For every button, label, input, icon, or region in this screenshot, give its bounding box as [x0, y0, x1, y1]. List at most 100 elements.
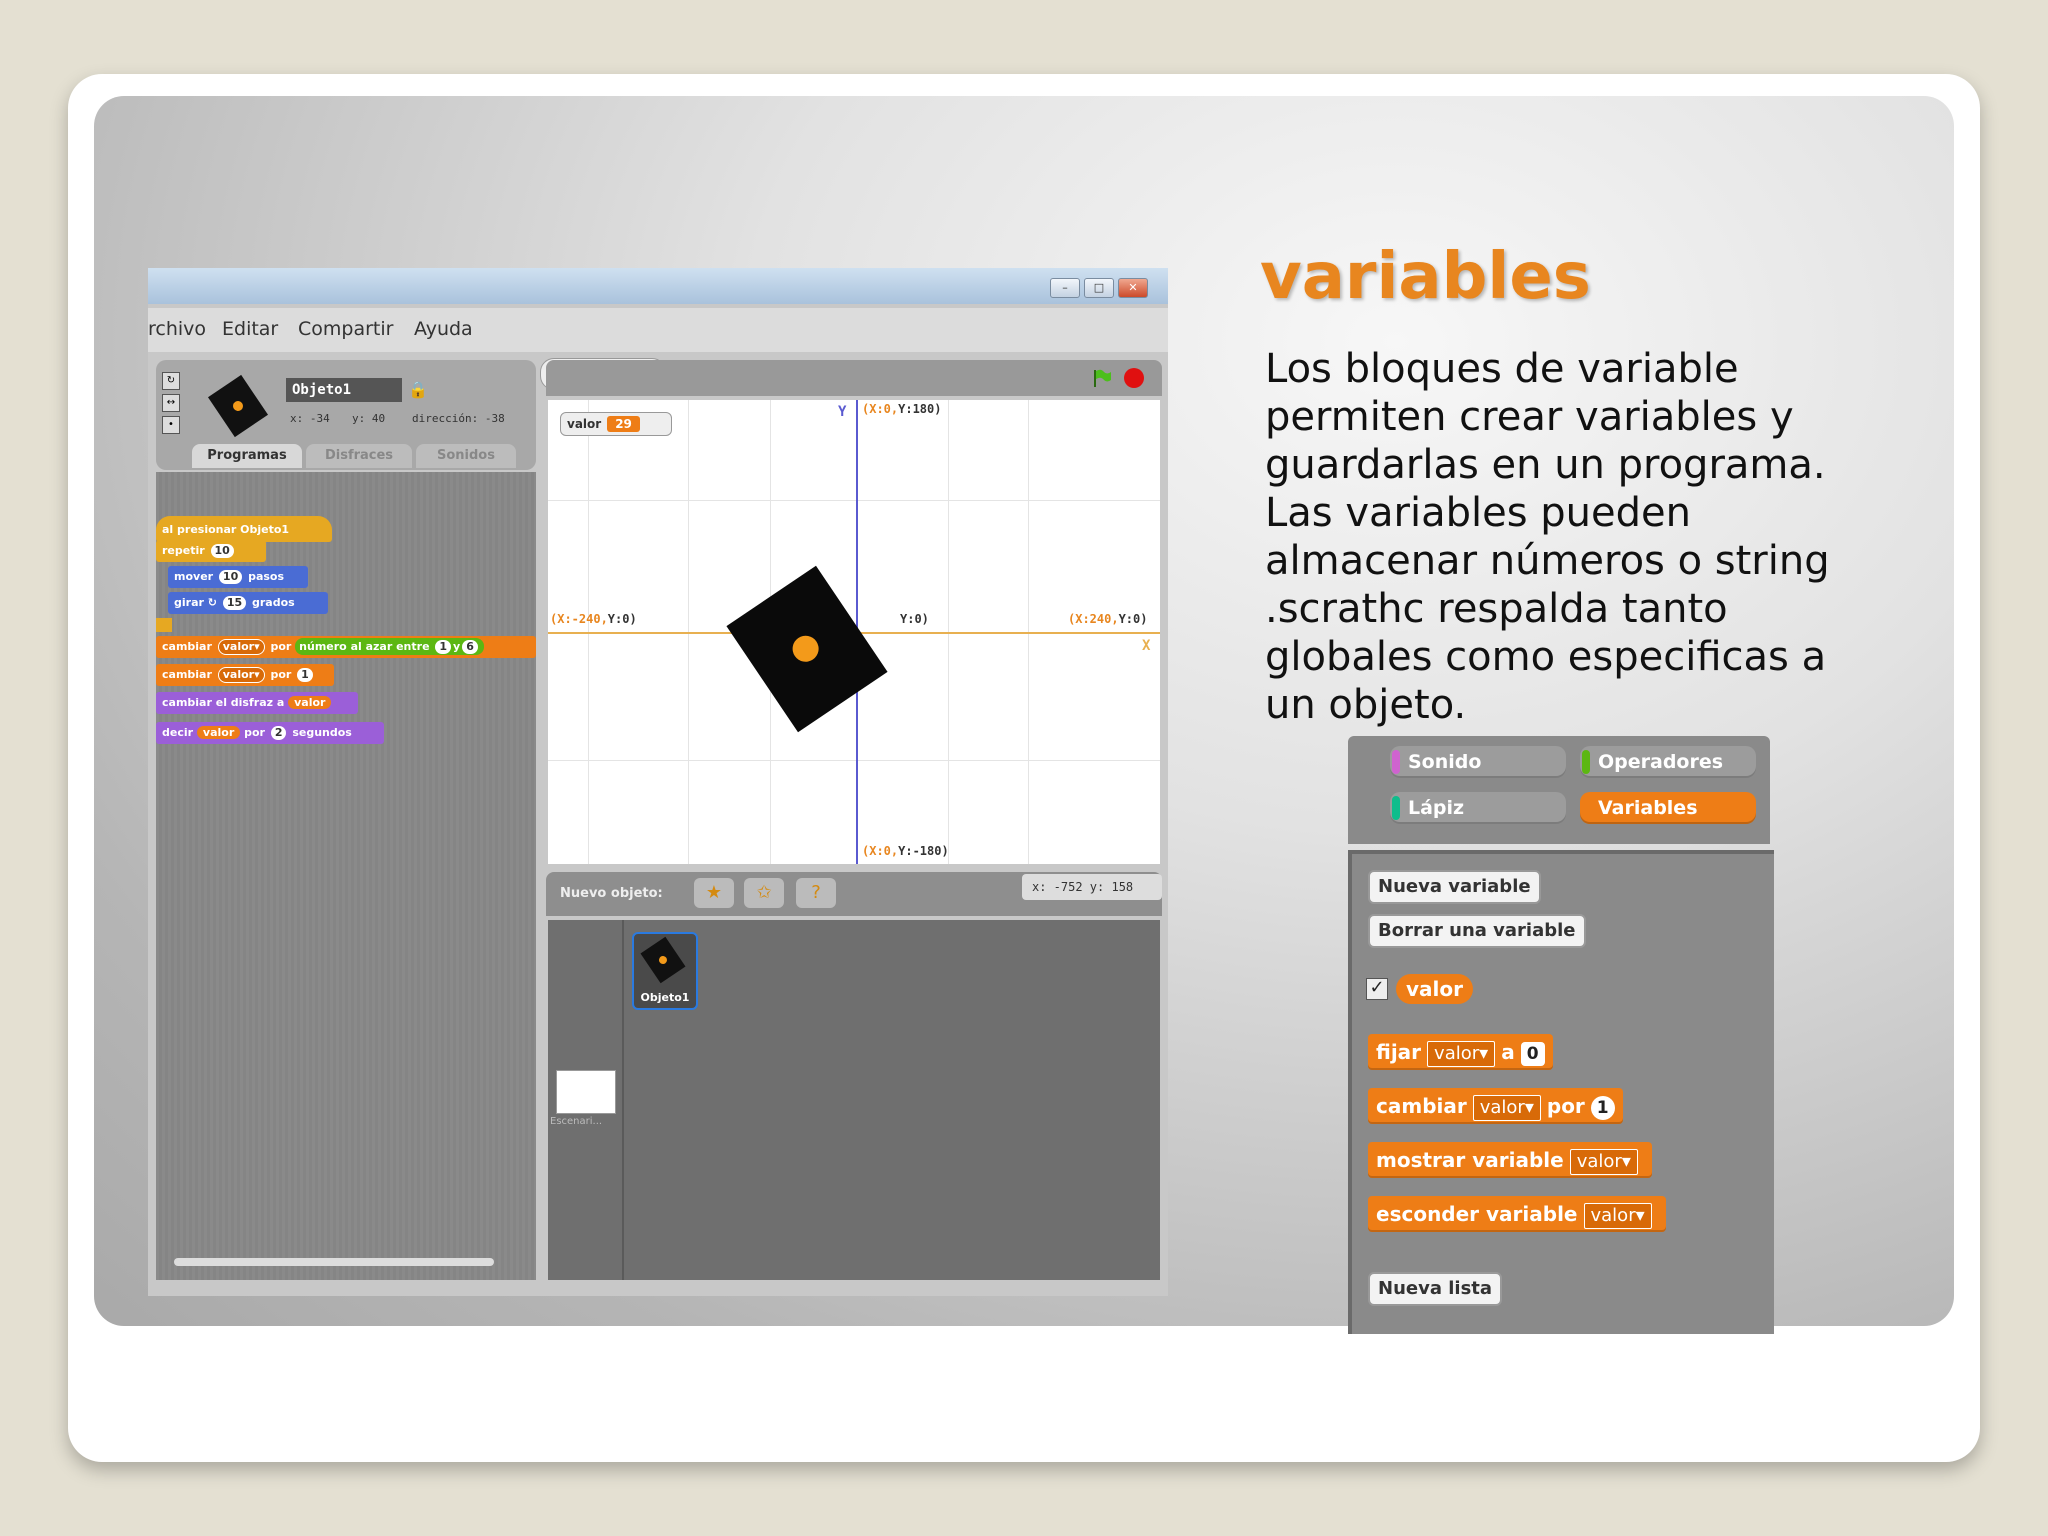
category-operadores[interactable]: Operadores: [1580, 746, 1756, 778]
hide-label: esconder variable: [1376, 1202, 1578, 1226]
change-by-label: por: [1546, 1094, 1585, 1118]
change-amount[interactable]: 1: [297, 668, 313, 682]
lock-icon[interactable]: 🔒: [408, 380, 428, 399]
tab-programas[interactable]: Programas: [192, 444, 302, 468]
hide-variable-block[interactable]: esconder variable valor▾: [1368, 1196, 1666, 1232]
label-part: Y:0): [607, 612, 637, 626]
delete-variable-button[interactable]: Borrar una variable: [1368, 914, 1586, 948]
flip-icon[interactable]: ↔: [162, 394, 180, 412]
random-and: y: [453, 640, 461, 653]
change-by-random-block[interactable]: cambiar valor▾ por número al azar entre …: [156, 636, 536, 658]
tab-sonidos[interactable]: Sonidos: [416, 444, 516, 468]
horizontal-scrollbar[interactable]: [174, 1258, 494, 1266]
menu-compartir[interactable]: Compartir: [298, 318, 393, 340]
turn-degrees[interactable]: 15: [222, 596, 247, 610]
variable-reporter[interactable]: valor: [1396, 974, 1473, 1004]
set-value-input[interactable]: 0: [1520, 1042, 1545, 1066]
body-line: Las variables pueden: [1265, 490, 1691, 536]
body-line: almacenar números o string: [1265, 538, 1830, 584]
choose-sprite-icon[interactable]: ✩: [744, 878, 784, 908]
category-lapiz[interactable]: Lápiz: [1390, 792, 1566, 824]
repeat-label: repetir: [162, 544, 205, 557]
no-rotate-icon[interactable]: •: [162, 416, 180, 434]
window-titlebar: – □ ✕: [148, 268, 1168, 304]
random-reporter[interactable]: número al azar entre 1y6: [295, 638, 484, 655]
variable-dropdown[interactable]: valor▾: [1472, 1095, 1541, 1121]
repeat-count[interactable]: 10: [210, 544, 234, 558]
close-button[interactable]: ✕: [1118, 278, 1148, 298]
variable-reporter[interactable]: valor: [196, 726, 241, 739]
minimize-button[interactable]: –: [1050, 278, 1080, 298]
body-line: permiten crear variables y: [1265, 394, 1794, 440]
set-to-label: a: [1501, 1040, 1515, 1064]
variable-dropdown[interactable]: valor▾: [217, 667, 265, 683]
green-flag-icon[interactable]: [1092, 368, 1112, 388]
slide-title: variables: [1260, 240, 1591, 314]
stop-sign-icon[interactable]: [1124, 368, 1144, 388]
menu-editar[interactable]: Editar: [222, 318, 278, 340]
stage[interactable]: valor 29 Y (X:0,Y:180) (X:0,Y:-180) (X:-2…: [548, 400, 1160, 864]
say-block[interactable]: decir valor por 2 segundos: [156, 722, 384, 744]
sprite-on-stage[interactable]: [726, 565, 888, 733]
menu-archivo[interactable]: rchivo: [148, 318, 206, 340]
show-variable-checkbox[interactable]: ✓: [1366, 978, 1388, 1000]
new-variable-button[interactable]: Nueva variable: [1368, 870, 1541, 904]
menu-ayuda[interactable]: Ayuda: [414, 318, 473, 340]
move-block[interactable]: mover 10 pasos: [168, 566, 308, 588]
turn-label: girar ↻: [174, 596, 217, 609]
random-sprite-icon[interactable]: ?: [796, 878, 836, 908]
change-label: cambiar: [1376, 1094, 1467, 1118]
variable-dropdown[interactable]: valor▾: [217, 639, 265, 655]
category-sonido[interactable]: Sonido: [1390, 746, 1566, 778]
monitor-label: valor: [567, 417, 602, 431]
maximize-button[interactable]: □: [1084, 278, 1114, 298]
sprite-thumbnail: [207, 374, 269, 438]
stage-thumbnail[interactable]: [556, 1070, 616, 1114]
category-color-bar: [1392, 796, 1400, 820]
sprite-info-panel: ↻ ↔ • Objeto1 🔒 x: -34 y: 40 dirección: -3…: [156, 360, 536, 470]
category-color-bar: [1582, 750, 1590, 774]
mouse-coordinates: x: -752 y: 158: [1022, 874, 1162, 900]
move-steps[interactable]: 10: [218, 570, 243, 584]
variable-reporter[interactable]: valor: [288, 696, 332, 709]
monitor-value: 29: [607, 416, 640, 432]
random-from[interactable]: 1: [435, 640, 452, 654]
category-variables[interactable]: Variables: [1580, 792, 1756, 824]
variable-dropdown[interactable]: valor▾: [1427, 1041, 1496, 1067]
random-label: número al azar entre: [299, 640, 430, 653]
new-list-button[interactable]: Nueva lista: [1368, 1272, 1503, 1306]
label-part: (X:0,: [862, 402, 899, 416]
paint-sprite-icon[interactable]: ★: [694, 878, 734, 908]
por-label: por: [270, 640, 292, 653]
repeat-block[interactable]: repetir 10: [156, 540, 266, 562]
variable-dropdown[interactable]: valor▾: [1583, 1203, 1652, 1229]
category-panel: Sonido Operadores Lápiz Variables: [1348, 736, 1770, 844]
tab-disfraces[interactable]: Disfraces: [306, 444, 412, 468]
change-by-block[interactable]: cambiar valor▾ por 1: [156, 664, 334, 686]
switch-costume-block[interactable]: cambiar el disfraz a valor: [156, 692, 358, 714]
variable-dropdown[interactable]: valor▾: [1569, 1149, 1638, 1175]
bottom-coordinate-label: (X:0,Y:-180): [862, 844, 949, 858]
por-label: por: [244, 726, 265, 739]
say-label: decir: [162, 726, 194, 739]
set-variable-block[interactable]: fijar valor▾ a 0: [1368, 1034, 1553, 1070]
category-color-bar: [1392, 750, 1400, 774]
show-variable-block[interactable]: mostrar variable valor▾: [1368, 1142, 1652, 1178]
right-coordinate-label: (X:240,Y:0): [1068, 612, 1147, 626]
category-label: Sonido: [1408, 751, 1482, 773]
category-label: Variables: [1598, 797, 1698, 819]
turn-block[interactable]: girar ↻ 15 grados: [168, 592, 328, 614]
scripts-area[interactable]: al presionar Objeto1 repetir 10 mover 10…: [156, 472, 536, 1280]
center-coordinate-label: Y:0): [900, 612, 929, 626]
sprite-list-item[interactable]: Objeto1: [632, 932, 698, 1010]
random-to[interactable]: 6: [462, 640, 478, 654]
rotate-icon[interactable]: ↻: [162, 372, 180, 390]
say-seconds[interactable]: 2: [270, 726, 287, 740]
label-part: Y:-180): [898, 844, 949, 858]
sprite-name-field[interactable]: Objeto1: [286, 378, 402, 402]
hat-block[interactable]: al presionar Objeto1: [156, 516, 332, 542]
sprite-list: Objeto1 Escenari...: [548, 920, 1160, 1280]
change-value-input[interactable]: 1: [1590, 1096, 1615, 1120]
variable-monitor[interactable]: valor 29: [560, 412, 672, 436]
change-variable-block[interactable]: cambiar valor▾ por 1: [1368, 1088, 1623, 1124]
